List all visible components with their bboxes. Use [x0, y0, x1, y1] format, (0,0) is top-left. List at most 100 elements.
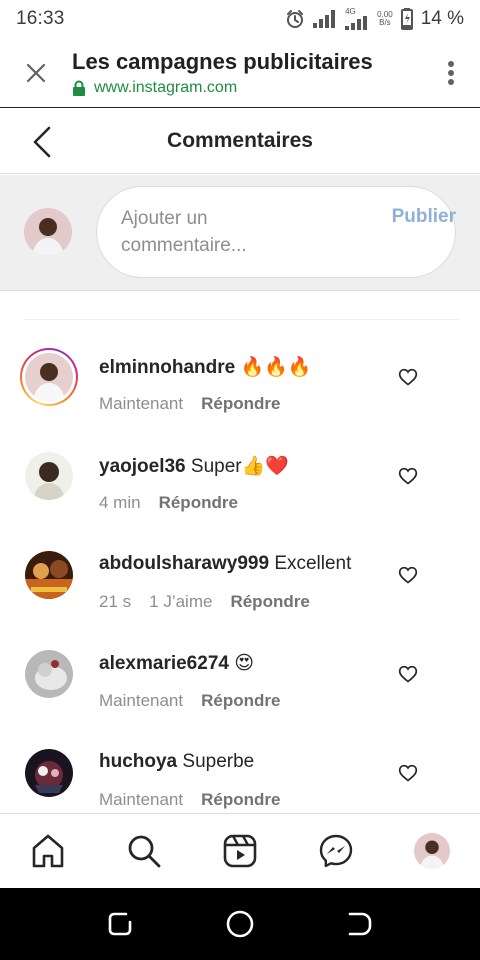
- heart-icon[interactable]: [398, 565, 418, 585]
- commenter-avatar-wrap[interactable]: [20, 447, 78, 505]
- close-tab-button[interactable]: [0, 38, 72, 108]
- back-system-button[interactable]: [336, 900, 384, 948]
- comment-item: yaojoel36 Super👍❤️ 4 min Répondre: [0, 439, 480, 538]
- reply-button[interactable]: Répondre: [159, 493, 238, 513]
- lock-icon: [73, 80, 85, 96]
- back-button[interactable]: [26, 124, 58, 160]
- comments-header: Commentaires: [0, 108, 480, 174]
- recent-apps-icon: [108, 912, 132, 936]
- url-text: www.instagram.com: [94, 78, 238, 96]
- battery-charging-icon: [400, 8, 413, 30]
- bottom-navigation: [0, 813, 480, 888]
- status-icons: 4G 0.00 B/s 14 %: [285, 8, 464, 30]
- heart-icon[interactable]: [398, 367, 418, 387]
- comment-text: abdoulsharawy999 Excellent: [99, 553, 379, 575]
- comment-time: Maintenant: [99, 790, 184, 809]
- battery-level: 14 %: [420, 8, 464, 29]
- status-time: 16:33: [16, 8, 65, 29]
- messenger-icon: [319, 834, 353, 868]
- divider: [24, 319, 459, 320]
- heart-icon[interactable]: [398, 466, 418, 486]
- comment-text: huchoya Superbe: [99, 751, 379, 773]
- reply-button[interactable]: Répondre: [201, 394, 280, 414]
- comment-time: 21 s: [99, 592, 132, 611]
- reply-button[interactable]: Répondre: [230, 592, 309, 612]
- reply-button[interactable]: Répondre: [201, 790, 280, 810]
- alarm-icon: [287, 10, 304, 28]
- comment-text: alexmarie6274 😍: [99, 652, 379, 675]
- profile-avatar: [414, 833, 450, 869]
- comment-body: Excellent: [274, 553, 352, 574]
- home-button[interactable]: [216, 900, 264, 948]
- heart-icon[interactable]: [398, 763, 418, 783]
- comment-item: alexmarie6274 😍 Maintenant Répondre: [0, 637, 480, 736]
- signal-icon-2: [345, 16, 368, 30]
- comment-body: 😍: [234, 653, 255, 674]
- search-icon: [128, 835, 161, 868]
- browser-toolbar: Les campagnes publicitaires www.instagra…: [0, 38, 480, 108]
- nav-reels[interactable]: [210, 821, 270, 881]
- comment-input[interactable]: Ajouter un commentaire...: [96, 186, 456, 278]
- circle-home-icon: [226, 910, 254, 938]
- comment-time: 4 min: [99, 493, 141, 512]
- publish-button[interactable]: Publier: [392, 206, 456, 228]
- signal-icon: [313, 10, 336, 28]
- nav-messenger[interactable]: [306, 821, 366, 881]
- nav-profile[interactable]: [402, 821, 462, 881]
- comment-time: Maintenant: [99, 394, 184, 413]
- back-system-icon: [348, 912, 372, 936]
- url-row: www.instagram.com: [72, 79, 422, 97]
- comment-meta: Maintenant Répondre: [99, 394, 280, 414]
- reply-button[interactable]: Répondre: [201, 691, 280, 711]
- comment-body: Superbe: [182, 751, 255, 772]
- comment-item: abdoulsharawy999 Excellent 21 s 1 J’aime…: [0, 538, 480, 637]
- comment-placeholder: Ajouter un commentaire...: [121, 208, 247, 256]
- page-title: Les campagnes publicitaires: [72, 48, 373, 74]
- comment-username[interactable]: yaojoel36: [99, 456, 186, 477]
- commenter-avatar-story[interactable]: [20, 348, 78, 406]
- home-icon: [32, 834, 64, 868]
- page-info: Les campagnes publicitaires www.instagra…: [72, 49, 422, 97]
- avatar: [25, 650, 73, 698]
- comment-item: huchoya Superbe Maintenant Répondre: [0, 736, 480, 813]
- nav-home[interactable]: [18, 821, 78, 881]
- header-title: Commentaires: [167, 128, 313, 152]
- comment-meta: 4 min Répondre: [99, 493, 238, 513]
- heart-icon[interactable]: [398, 664, 418, 684]
- browser-menu-button[interactable]: [422, 38, 480, 108]
- network-type: 4G: [345, 8, 369, 30]
- avatar: [25, 551, 73, 599]
- likes-count[interactable]: 1 J’aime: [149, 592, 212, 612]
- comment-username[interactable]: huchoya: [99, 751, 177, 772]
- commenter-avatar-wrap[interactable]: [20, 546, 78, 604]
- comment-item: elminnohandre 🔥🔥🔥 Maintenant Répondre: [0, 340, 480, 439]
- close-icon: [26, 63, 46, 82]
- commenter-avatar-wrap[interactable]: [20, 744, 78, 802]
- status-bar: 16:33 4G 0.00 B/s 14 %: [0, 0, 480, 38]
- chevron-left-icon: [33, 126, 51, 158]
- comment-meta: 21 s 1 J’aime Répondre: [99, 592, 310, 612]
- data-rate-unit: B/s: [379, 18, 391, 27]
- comment-body: Super👍❤️: [190, 456, 289, 477]
- comments-list: elminnohandre 🔥🔥🔥 Maintenant Répondre ya…: [0, 340, 480, 813]
- comment-username[interactable]: alexmarie6274: [99, 653, 229, 674]
- comment-time: Maintenant: [99, 691, 184, 710]
- comment-meta: Maintenant Répondre: [99, 691, 280, 711]
- comment-composer: Ajouter un commentaire... Publier: [0, 175, 480, 291]
- comment-meta: Maintenant Répondre: [99, 790, 280, 810]
- data-rate: 0.00 B/s: [377, 11, 393, 27]
- comment-text: elminnohandre 🔥🔥🔥: [99, 355, 379, 379]
- network-label: 4G: [345, 7, 356, 16]
- system-navigation-bar: [0, 888, 480, 960]
- nav-search[interactable]: [114, 821, 174, 881]
- comment-username[interactable]: elminnohandre: [99, 357, 235, 378]
- comment-username[interactable]: abdoulsharawy999: [99, 553, 269, 574]
- comment-text: yaojoel36 Super👍❤️: [99, 454, 379, 478]
- avatar: [25, 353, 73, 401]
- more-vertical-icon: [448, 60, 454, 85]
- commenter-avatar-wrap[interactable]: [20, 645, 78, 703]
- reels-icon: [223, 834, 257, 868]
- recent-apps-button[interactable]: [96, 900, 144, 948]
- avatar: [25, 452, 73, 500]
- current-user-avatar: [24, 208, 72, 256]
